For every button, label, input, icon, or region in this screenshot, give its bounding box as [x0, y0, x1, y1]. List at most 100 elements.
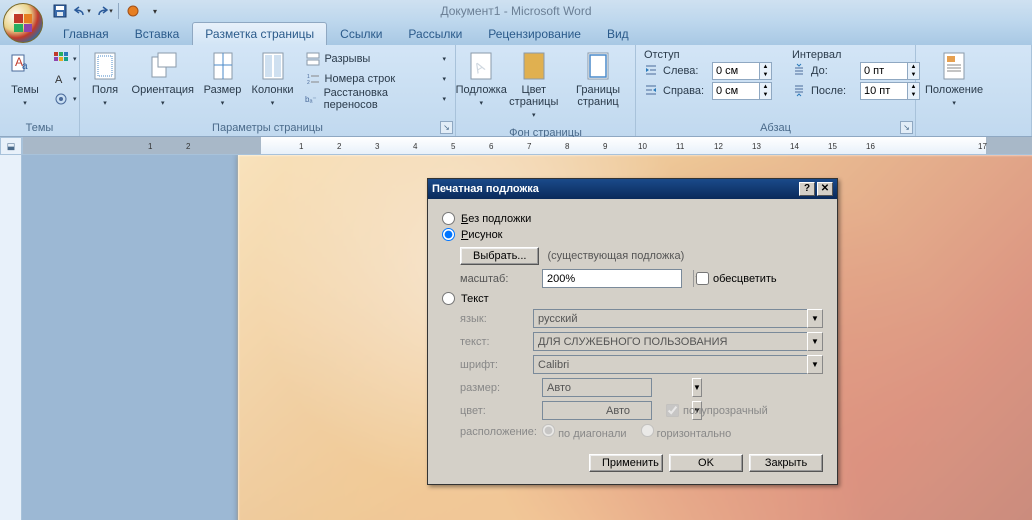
svg-text:14: 14	[790, 142, 799, 151]
ok-button[interactable]: OK	[669, 454, 743, 472]
size-button[interactable]: Размер▾	[200, 47, 246, 113]
watermark-icon: A	[465, 50, 497, 82]
tab-references[interactable]: Ссылки	[327, 22, 395, 45]
cancel-button[interactable]: Закрыть	[749, 454, 823, 472]
margins-button[interactable]: Поля▾	[84, 47, 126, 113]
indent-right-spinner[interactable]: ▲▼	[712, 82, 772, 100]
semitransparent-checkbox: полупрозрачный	[666, 404, 768, 417]
spacing-after-spinner[interactable]: ▲▼	[860, 82, 920, 100]
indent-label: Отступ	[644, 49, 772, 61]
page-borders-button[interactable]: Границы страниц	[565, 47, 631, 111]
text-label: текст:	[460, 336, 533, 348]
existing-watermark-note: (существующая подложка)	[547, 250, 684, 262]
watermark-button[interactable]: A Подложка▾	[460, 47, 502, 113]
hyphenation-button[interactable]: bₐ⁻Расстановка переносов ▾	[300, 89, 451, 109]
theme-fonts-button[interactable]: A▾	[48, 69, 82, 89]
font-combo: ▼	[533, 355, 823, 374]
svg-text:2: 2	[307, 80, 310, 86]
close-button[interactable]: ✕	[817, 182, 833, 196]
option-no-watermark[interactable]: Без подложки	[442, 212, 823, 225]
spacing-before-spinner[interactable]: ▲▼	[860, 62, 920, 80]
orientation-icon	[147, 50, 179, 82]
scale-combo[interactable]: ▼	[542, 269, 682, 288]
washout-checkbox[interactable]: обесцветить	[696, 272, 777, 285]
option-picture[interactable]: Рисунок	[442, 228, 823, 241]
color-combo: ▼	[542, 401, 652, 420]
svg-text:4: 4	[413, 142, 418, 151]
tab-home[interactable]: Главная	[50, 22, 122, 45]
svg-text:A: A	[55, 74, 63, 86]
group-label-themes: Темы	[4, 120, 75, 136]
title-bar: ▾ ▾ ▾ Документ1 - Microsoft Word	[0, 0, 1032, 22]
position-icon	[938, 50, 970, 82]
svg-text:bₐ⁻: bₐ⁻	[305, 95, 317, 104]
group-arrange: Положение▾	[916, 45, 1032, 136]
svg-text:7: 7	[527, 142, 532, 151]
page-setup-dialog-launcher[interactable]: ↘	[440, 121, 453, 134]
ruler-corner[interactable]: ⬓	[0, 137, 22, 155]
page-color-button[interactable]: Цвет страницы▾	[504, 47, 563, 125]
select-picture-button[interactable]: Выбрать...	[460, 247, 539, 265]
hyphenation-icon: bₐ⁻	[305, 91, 320, 107]
themes-icon: Aa	[9, 50, 41, 82]
layout-diagonal: по диагонали	[542, 424, 627, 440]
save-icon[interactable]	[50, 2, 70, 20]
text-combo: ▼	[533, 332, 823, 351]
dialog-titlebar[interactable]: Печатная подложка ? ✕	[428, 179, 837, 199]
record-macro-icon[interactable]	[123, 2, 143, 20]
help-button[interactable]: ?	[799, 182, 815, 196]
vertical-ruler[interactable]	[0, 155, 22, 520]
color-label: цвет:	[460, 405, 542, 417]
tab-mailings[interactable]: Рассылки	[395, 22, 475, 45]
tab-page-layout[interactable]: Разметка страницы	[192, 22, 327, 45]
colors-icon	[53, 51, 69, 67]
indent-right-label: Справа:	[663, 85, 709, 97]
tab-view[interactable]: Вид	[594, 22, 642, 45]
size-label: размер:	[460, 382, 542, 394]
horizontal-ruler[interactable]: 21 123 456 789 101112 131415 1617	[22, 137, 1032, 154]
svg-text:5: 5	[451, 142, 456, 151]
theme-effects-button[interactable]: ▾	[48, 89, 82, 109]
svg-text:8: 8	[565, 142, 570, 151]
office-button[interactable]	[3, 3, 43, 43]
layout-label: расположение:	[460, 426, 542, 438]
svg-text:17: 17	[978, 142, 987, 151]
themes-button[interactable]: Aa Темы▾	[4, 47, 46, 113]
orientation-button[interactable]: Ориентация▾	[128, 47, 198, 113]
indent-left-label: Слева:	[663, 65, 709, 77]
font-label: шрифт:	[460, 359, 533, 371]
line-numbers-button[interactable]: 12Номера строк ▾	[300, 69, 451, 89]
effects-icon	[53, 91, 69, 107]
indent-left-icon	[644, 63, 660, 79]
theme-colors-button[interactable]: ▾	[48, 49, 82, 69]
qat-customize-icon[interactable]: ▾	[145, 2, 165, 20]
tab-review[interactable]: Рецензирование	[475, 22, 594, 45]
undo-icon[interactable]: ▾	[72, 2, 92, 20]
svg-text:2: 2	[186, 142, 191, 151]
option-text[interactable]: Текст	[442, 292, 823, 305]
dialog-title: Печатная подложка	[432, 183, 539, 195]
tab-insert[interactable]: Вставка	[122, 22, 193, 45]
group-page-background: A Подложка▾ Цвет страницы▾ Границы стран…	[456, 45, 636, 136]
margins-icon	[89, 50, 121, 82]
svg-text:2: 2	[337, 142, 342, 151]
svg-text:6: 6	[489, 142, 494, 151]
svg-text:10: 10	[638, 142, 647, 151]
svg-text:a: a	[22, 61, 28, 72]
paragraph-dialog-launcher[interactable]: ↘	[900, 121, 913, 134]
indent-left-spinner[interactable]: ▲▼	[712, 62, 772, 80]
breaks-icon	[305, 51, 321, 67]
apply-button[interactable]: Применить	[589, 454, 663, 472]
breaks-button[interactable]: Разрывы ▾	[300, 49, 451, 69]
columns-button[interactable]: Колонки▾	[248, 47, 298, 113]
group-page-setup: Поля▾ Ориентация▾ Размер▾ Колонки▾ Разры…	[80, 45, 456, 136]
page-borders-icon	[582, 50, 614, 82]
svg-text:9: 9	[603, 142, 608, 151]
quick-access-toolbar: ▾ ▾ ▾	[50, 2, 165, 20]
svg-text:13: 13	[752, 142, 761, 151]
position-button[interactable]: Положение▾	[920, 47, 988, 113]
spacing-before-label: До:	[811, 65, 857, 77]
redo-icon[interactable]: ▾	[94, 2, 114, 20]
ruler: ⬓ 21 123 456 789 101112 131415 1617	[0, 137, 1032, 155]
language-combo: ▼	[533, 309, 823, 328]
